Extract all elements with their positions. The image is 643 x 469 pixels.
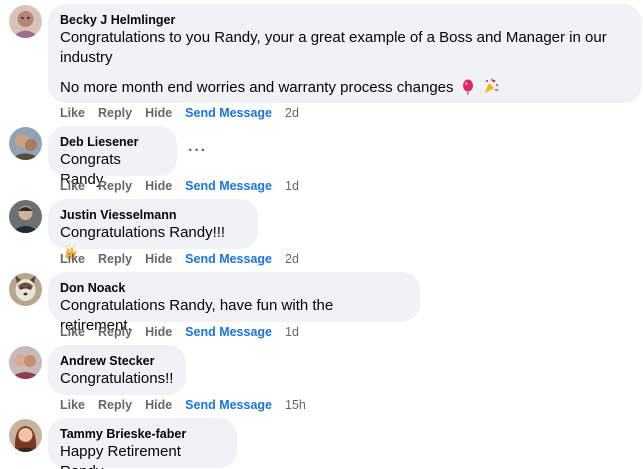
balloon-emoji: [460, 79, 476, 101]
comment-actions: Like Reply Hide Send Message 1d: [60, 324, 299, 340]
like-button[interactable]: Like: [60, 106, 85, 120]
comment-timestamp[interactable]: 1d: [285, 179, 299, 193]
avatar[interactable]: [9, 346, 42, 379]
comment-thread: Becky J Helmlinger Congratulations to yo…: [0, 0, 643, 469]
avatar[interactable]: [9, 5, 42, 38]
send-message-button[interactable]: Send Message: [185, 325, 272, 339]
comment-timestamp[interactable]: 15h: [285, 398, 306, 412]
avatar[interactable]: [9, 127, 42, 160]
comment-paragraph-text: No more month end worries and warranty p…: [60, 79, 454, 96]
like-button[interactable]: Like: [60, 252, 85, 266]
reply-button[interactable]: Reply: [98, 179, 132, 193]
like-button[interactable]: Like: [60, 179, 85, 193]
comment-bubble: Deb Liesener Congrats Randy: [48, 126, 177, 188]
comment-text-content: Congratulations Randy!!!: [60, 224, 226, 241]
more-options-button[interactable]: ···: [188, 143, 207, 159]
comment-bubble: Tammy Brieske-faber Happy Retirement Ran…: [48, 418, 237, 469]
hide-button[interactable]: Hide: [145, 179, 172, 193]
comment-actions: Like Reply Hide Send Message 1d: [60, 178, 299, 194]
avatar[interactable]: [9, 200, 42, 233]
reply-button[interactable]: Reply: [98, 106, 132, 120]
comment-timestamp[interactable]: 1d: [285, 325, 299, 339]
avatar[interactable]: [9, 273, 42, 306]
reply-button[interactable]: Reply: [98, 325, 132, 339]
comment-bubble: Justin Viesselmann Congratulations Randy…: [48, 199, 258, 259]
comment-author[interactable]: Don Noack: [60, 280, 408, 296]
comment-actions: Like Reply Hide Send Message 2d: [60, 251, 299, 267]
comment-text: Congratulations to you Randy, your a gre…: [60, 28, 630, 101]
reply-button[interactable]: Reply: [98, 398, 132, 412]
comment-text: Congratulations!!: [60, 370, 174, 387]
send-message-button[interactable]: Send Message: [185, 179, 272, 193]
comment-actions: Like Reply Hide Send Message 2d: [60, 105, 299, 121]
hide-button[interactable]: Hide: [145, 398, 172, 412]
comment-bubble: Andrew Stecker Congratulations!!: [48, 345, 186, 395]
send-message-button[interactable]: Send Message: [185, 106, 272, 120]
like-button[interactable]: Like: [60, 325, 85, 339]
reply-button[interactable]: Reply: [98, 252, 132, 266]
like-button[interactable]: Like: [60, 398, 85, 412]
comment-timestamp[interactable]: 2d: [285, 106, 299, 120]
confetti-emoji: [482, 77, 500, 101]
avatar[interactable]: [9, 419, 42, 452]
comment-text: Happy Retirement Randy: [60, 443, 181, 469]
send-message-button[interactable]: Send Message: [185, 398, 272, 412]
comment-actions: Like Reply Hide Send Message 15h: [60, 397, 306, 413]
send-message-button[interactable]: Send Message: [185, 252, 272, 266]
hide-button[interactable]: Hide: [145, 325, 172, 339]
comment-author[interactable]: Tammy Brieske-faber: [60, 426, 225, 442]
comment-author[interactable]: Andrew Stecker: [60, 353, 174, 369]
hide-button[interactable]: Hide: [145, 252, 172, 266]
comment-bubble: Becky J Helmlinger Congratulations to yo…: [48, 4, 642, 103]
hide-button[interactable]: Hide: [145, 106, 172, 120]
comment-paragraph: Congratulations to you Randy, your a gre…: [60, 29, 607, 66]
comment-timestamp[interactable]: 2d: [285, 252, 299, 266]
comment-paragraph: No more month end worries and warranty p…: [60, 77, 630, 101]
comment-bubble: Don Noack Congratulations Randy, have fu…: [48, 272, 420, 334]
comment-author[interactable]: Justin Viesselmann: [60, 207, 246, 223]
comment-author[interactable]: Becky J Helmlinger: [60, 12, 630, 28]
comment-author[interactable]: Deb Liesener: [60, 134, 165, 150]
